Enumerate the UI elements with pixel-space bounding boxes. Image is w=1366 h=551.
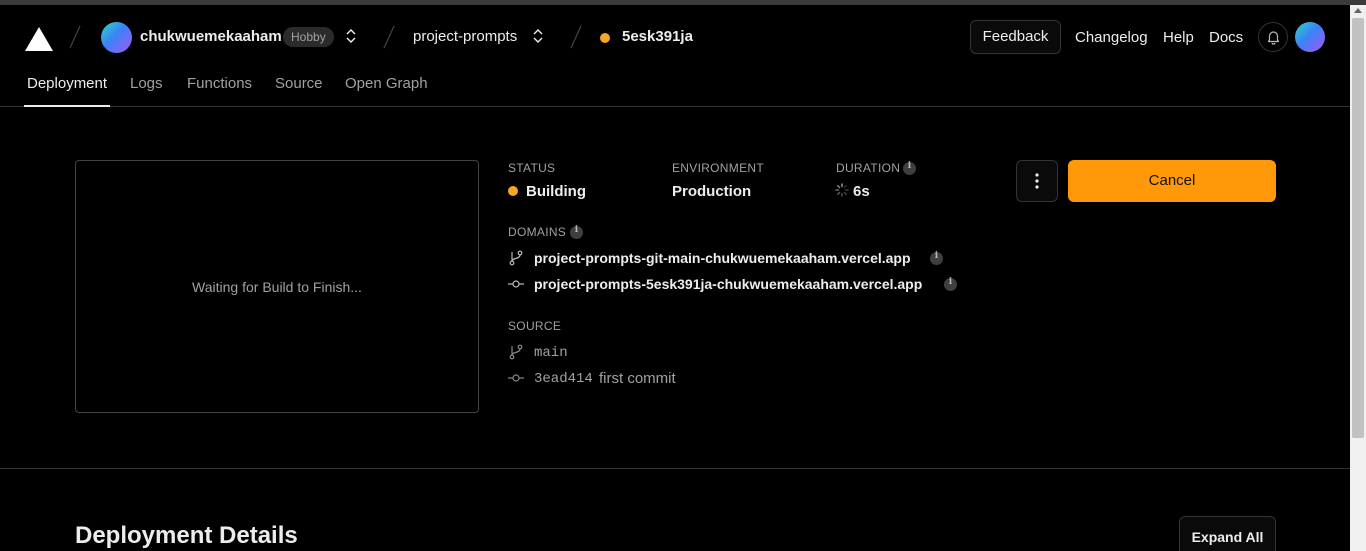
- git-branch-icon: [509, 344, 523, 360]
- duration-value: 6s: [853, 183, 870, 200]
- account-switcher-chevron-icon[interactable]: [345, 26, 357, 46]
- tab-functions[interactable]: Functions: [187, 75, 252, 92]
- separator-slash-icon: [69, 25, 81, 49]
- notifications-button[interactable]: [1258, 22, 1288, 52]
- domain-link[interactable]: project-prompts-git-main-chukwuemekaaham…: [534, 250, 911, 266]
- domain-info-icon[interactable]: [944, 277, 957, 291]
- top-header: chukwuemekaaham Hobby project-prompts 5e…: [0, 5, 1350, 68]
- account-name[interactable]: chukwuemekaaham: [140, 28, 282, 45]
- commit-message[interactable]: first commit: [599, 370, 676, 387]
- plan-badge: Hobby: [283, 27, 334, 47]
- feedback-button[interactable]: Feedback: [970, 20, 1061, 54]
- scroll-up-arrow-icon[interactable]: [1354, 8, 1362, 13]
- environment-value: Production: [672, 183, 752, 200]
- domain-link[interactable]: project-prompts-5esk391ja-chukwuemekaaha…: [534, 276, 922, 292]
- source-label: SOURCE: [508, 319, 562, 333]
- duration-label: DURATION: [836, 161, 901, 175]
- deployment-id[interactable]: 5esk391ja: [622, 28, 693, 45]
- help-link[interactable]: Help: [1163, 29, 1194, 46]
- deployment-status-dot: [600, 33, 610, 43]
- section-divider: [0, 468, 1350, 469]
- domain-info-icon[interactable]: [930, 251, 943, 265]
- tab-source[interactable]: Source: [275, 75, 323, 92]
- source-branch[interactable]: main: [534, 345, 568, 361]
- domains-label: DOMAINS: [508, 225, 567, 239]
- changelog-link[interactable]: Changelog: [1075, 29, 1148, 46]
- user-avatar[interactable]: [1295, 22, 1325, 52]
- vercel-logo-icon[interactable]: [24, 26, 54, 52]
- status-dot: [508, 186, 518, 196]
- git-branch-icon: [509, 250, 523, 266]
- git-commit-icon: [508, 280, 524, 288]
- preview-waiting-message: Waiting for Build to Finish...: [192, 279, 362, 295]
- duration-info-icon[interactable]: [903, 161, 916, 175]
- git-commit-icon: [508, 374, 524, 382]
- deployment-tabs: Deployment Logs Functions Source Open Gr…: [0, 68, 1350, 107]
- commit-hash[interactable]: 3ead414: [534, 371, 593, 387]
- project-name[interactable]: project-prompts: [413, 28, 517, 45]
- expand-all-button[interactable]: Expand All: [1179, 516, 1276, 551]
- spinner-icon: [835, 183, 849, 197]
- bell-icon: [1267, 31, 1280, 45]
- tab-deployment[interactable]: Deployment: [27, 75, 107, 92]
- status-label: STATUS: [508, 161, 556, 175]
- project-switcher-chevron-icon[interactable]: [532, 26, 544, 46]
- deployment-details-title: Deployment Details: [75, 522, 298, 549]
- cancel-button[interactable]: Cancel: [1068, 160, 1276, 202]
- tab-open-graph[interactable]: Open Graph: [345, 75, 428, 92]
- domains-info-icon[interactable]: [570, 225, 583, 239]
- tab-logs[interactable]: Logs: [130, 75, 163, 92]
- status-value: Building: [526, 183, 586, 200]
- separator-slash-icon: [570, 25, 582, 49]
- scrollbar-thumb[interactable]: [1352, 18, 1364, 438]
- more-actions-button[interactable]: [1016, 160, 1058, 202]
- docs-link[interactable]: Docs: [1209, 29, 1243, 46]
- active-tab-indicator: [24, 105, 110, 107]
- account-avatar[interactable]: [101, 22, 132, 53]
- separator-slash-icon: [383, 25, 395, 49]
- deployment-preview: Waiting for Build to Finish...: [75, 160, 479, 413]
- environment-label: ENVIRONMENT: [672, 161, 764, 175]
- vertical-dots-icon: [1035, 173, 1039, 189]
